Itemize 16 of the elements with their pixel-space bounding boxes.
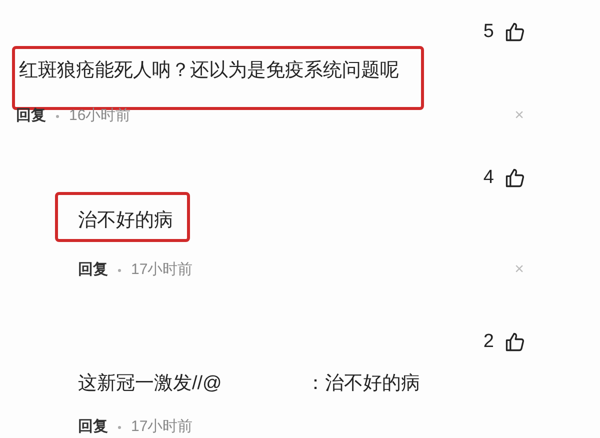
like-count: 5	[483, 20, 494, 44]
thumbs-up-icon[interactable]	[504, 331, 526, 353]
thumbs-up-icon[interactable]	[504, 167, 526, 189]
thumbs-up-icon[interactable]	[504, 21, 526, 43]
comment-text: 红斑狼疮能死人呐？还以为是免疫系统问题呢	[19, 59, 399, 83]
comment-text: 治不好的病	[78, 209, 173, 233]
comment-time: 16小时前	[69, 106, 131, 126]
reply-link[interactable]: 回复	[78, 416, 108, 438]
comment-text: 这新冠一激发//@	[78, 372, 222, 396]
comment-text: ：治不好的病	[306, 372, 420, 396]
reply-link[interactable]: 回复	[78, 258, 108, 282]
comment-time: 17小时前	[131, 260, 193, 280]
reply-link[interactable]: 回复	[16, 104, 46, 128]
comment-time: 17小时前	[131, 417, 193, 437]
like-count: 2	[483, 330, 494, 354]
like-count: 4	[483, 166, 494, 190]
